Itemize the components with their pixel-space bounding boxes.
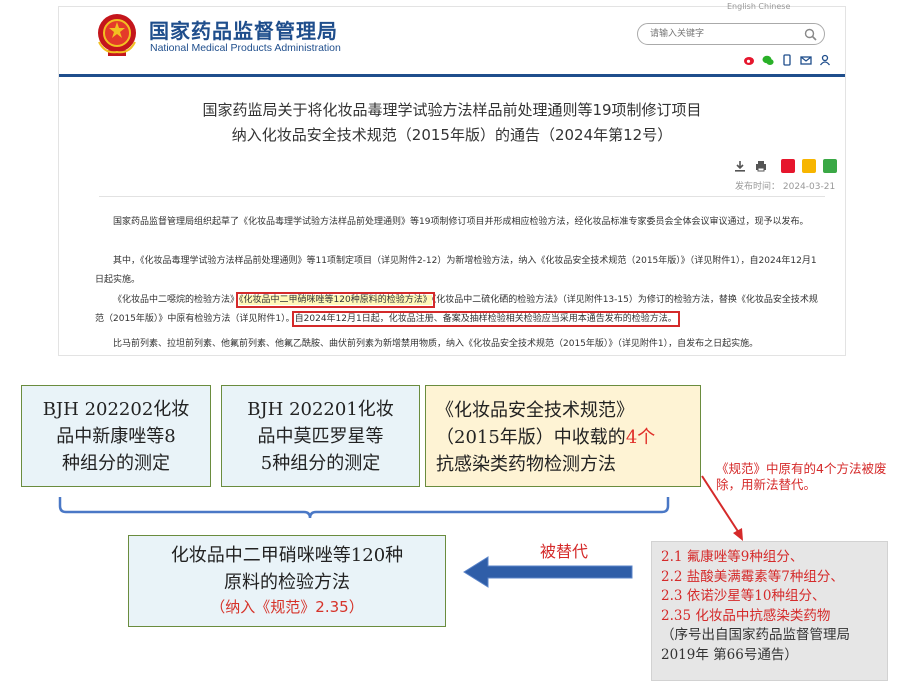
- abolished-note: 《规范》中原有的4个方法被废除，用新法替代。: [716, 461, 887, 492]
- new-method-reference: （纳入《规范》2.35）: [210, 598, 364, 616]
- grouping-bracket: [58, 497, 670, 519]
- old-method-item: 2.3 依诺沙星等10种组分、: [661, 588, 826, 604]
- new-method-line2: 原料的检验方法: [224, 572, 350, 593]
- old-method-item: 2.1 氟康唑等9种组分、: [661, 549, 804, 565]
- replaced-label: 被替代: [540, 542, 589, 561]
- old-method-item: 2.2 盐酸美满霉素等7种组分、: [661, 568, 844, 585]
- new-method-line1: 化妆品中二甲硝咪唑等120种: [170, 545, 404, 566]
- new-method-box: 化妆品中二甲硝咪唑等120种 原料的检验方法 （纳入《规范》2.35）: [128, 535, 446, 627]
- old-methods-source-note: （序号出自国家药品监督管理局2019年 第66号通告）: [661, 627, 850, 663]
- old-method-item: 2.35 化妆品中抗感染类药物: [661, 607, 831, 624]
- old-methods-box: 2.1 氟康唑等9种组分、 2.2 盐酸美满霉素等7种组分、 2.3 依诺沙星等…: [651, 541, 888, 681]
